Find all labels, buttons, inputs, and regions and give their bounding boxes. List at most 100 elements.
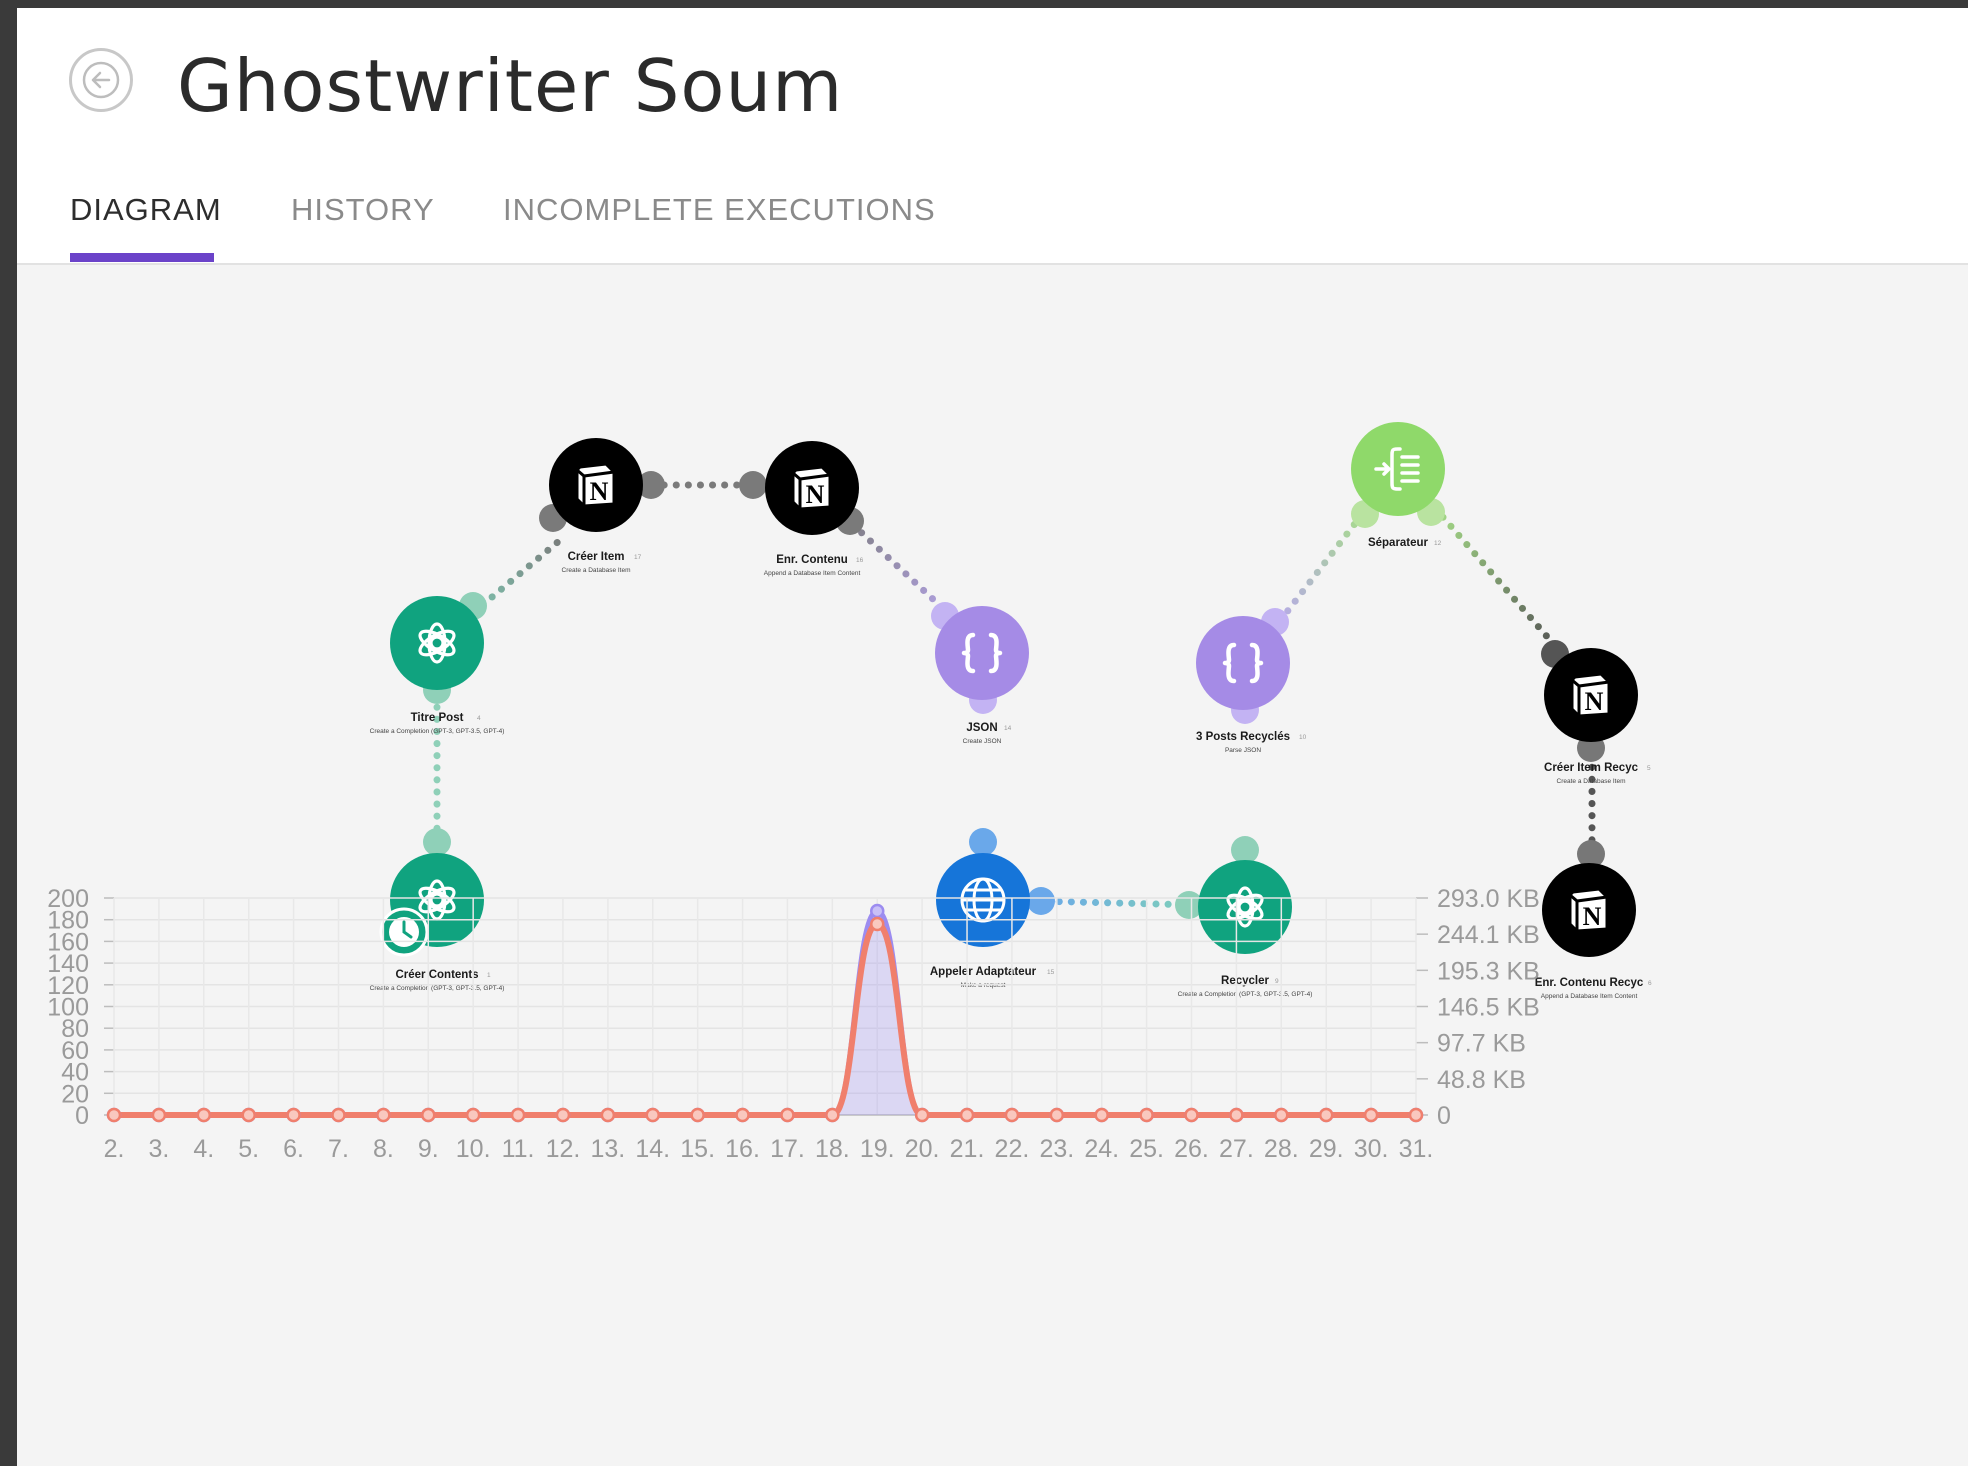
y-right-tick: 146.5 KB xyxy=(1437,994,1540,1022)
node-number: 1 xyxy=(487,972,491,979)
node-label: Séparateur xyxy=(1368,537,1429,549)
data-point xyxy=(241,1107,256,1123)
x-tick: 2. xyxy=(104,1135,125,1163)
data-point xyxy=(735,1107,750,1123)
data-point xyxy=(1049,1107,1065,1123)
data-point xyxy=(376,1107,391,1123)
x-tick: 8. xyxy=(373,1135,394,1163)
node-subtitle: Parse JSON xyxy=(1225,747,1261,754)
x-tick: 18. xyxy=(815,1135,850,1163)
node-enr-contenu[interactable]: Enr. Contenu 16 Append a Database Item C… xyxy=(764,441,864,577)
node-label: Titre Post xyxy=(411,712,464,724)
x-tick: 22. xyxy=(995,1135,1030,1163)
node-recycler[interactable]: Recycler 9 Create a Completion (GPT-3, G… xyxy=(1178,860,1313,998)
node-creer-item[interactable]: Créer Item 17 Create a Database Item xyxy=(549,438,643,574)
data-point xyxy=(1139,1107,1154,1123)
data-point xyxy=(645,1107,661,1123)
data-point xyxy=(869,903,885,919)
node-subtitle: Create a Completion (GPT-3, GPT-3.5, GPT… xyxy=(370,985,505,992)
x-tick: 17. xyxy=(770,1135,805,1163)
node-subtitle: Create a Completion (GPT-3, GPT-3.5, GPT… xyxy=(1178,991,1313,998)
data-point xyxy=(555,1107,571,1123)
notion-icon xyxy=(575,462,616,508)
x-tick: 30. xyxy=(1354,1135,1389,1163)
node-number: 9 xyxy=(1275,978,1279,985)
node-number: 12 xyxy=(1434,540,1442,547)
y-right-tick: 244.1 KB xyxy=(1437,921,1540,949)
node-number: 4 xyxy=(477,715,481,722)
x-tick: 27. xyxy=(1219,1135,1254,1163)
y-left-tick: 200 xyxy=(47,885,89,913)
node-label: Créer Item xyxy=(568,551,625,563)
chart-axis-labels: 020406080100120140160180200048.8 KB97.7 … xyxy=(47,885,1540,1163)
node-enr-contenu-recyc[interactable]: Enr. Contenu Recyc 6 Append a Database I… xyxy=(1535,863,1652,1000)
data-point xyxy=(825,1107,840,1123)
x-tick: 3. xyxy=(148,1135,169,1163)
data-point xyxy=(1318,1107,1334,1123)
node-subtitle: Append a Database Item Content xyxy=(1541,993,1638,1000)
node-subtitle: Create a Completion (GPT-3, GPT-3.5, GPT… xyxy=(370,728,505,735)
operations-chart: 020406080100120140160180200048.8 KB97.7 … xyxy=(47,885,1540,1163)
data-point xyxy=(1184,1107,1199,1123)
data-point xyxy=(286,1107,301,1123)
data-point xyxy=(1094,1107,1109,1123)
data-point xyxy=(106,1107,122,1123)
data-point xyxy=(1363,1107,1379,1123)
scenario-window: Ghostwriter Soum DIAGRAM HISTORY INCOMPL… xyxy=(17,8,1968,1466)
node-number: 16 xyxy=(856,557,864,564)
data-point xyxy=(1408,1107,1424,1123)
x-tick: 10. xyxy=(456,1135,491,1163)
x-tick: 11. xyxy=(502,1135,535,1163)
data-point xyxy=(600,1107,616,1123)
node-3-posts-recycles[interactable]: 3 Posts Recyclés 10 Parse JSON xyxy=(1196,616,1307,754)
data-point xyxy=(421,1107,436,1123)
node-creer-item-recyc[interactable]: Créer Item Recyc 5 Create a Database Ite… xyxy=(1544,648,1651,785)
clock-icon[interactable] xyxy=(379,907,429,957)
node-number: 17 xyxy=(634,554,642,561)
data-point xyxy=(1229,1107,1244,1123)
data-point xyxy=(869,916,885,932)
node-titre-post[interactable]: Titre Post 4 Create a Completion (GPT-3,… xyxy=(370,596,505,735)
notion-icon xyxy=(791,465,832,511)
data-point xyxy=(465,1107,481,1123)
node-subtitle: Append a Database Item Content xyxy=(764,570,861,577)
x-tick: 6. xyxy=(283,1135,304,1163)
node-json[interactable]: JSON 14 Create JSON xyxy=(935,606,1029,745)
node-label: Enr. Contenu Recyc xyxy=(1535,977,1644,989)
node-label: 3 Posts Recyclés xyxy=(1196,731,1290,743)
node-subtitle: Create a Database Item xyxy=(561,567,630,574)
node-separateur[interactable]: Séparateur 12 xyxy=(1351,422,1445,549)
x-tick: 12. xyxy=(546,1135,581,1163)
data-point xyxy=(1004,1107,1020,1123)
x-tick: 23. xyxy=(1039,1135,1074,1163)
node-label: Appeler Adaptateur xyxy=(930,966,1037,978)
node-creer-contents[interactable]: Créer Contents 1 Create a Completion (GP… xyxy=(370,853,505,992)
node-subtitle: Create JSON xyxy=(963,738,1002,745)
x-tick: 24. xyxy=(1084,1135,1119,1163)
data-point xyxy=(151,1107,167,1123)
x-tick: 21. xyxy=(950,1135,985,1163)
y-right-tick: 97.7 KB xyxy=(1437,1030,1526,1058)
x-tick: 31. xyxy=(1399,1135,1434,1163)
node-label: JSON xyxy=(966,722,997,734)
x-tick: 16. xyxy=(725,1135,760,1163)
y-right-tick: 195.3 KB xyxy=(1437,957,1540,985)
x-tick: 9. xyxy=(418,1135,439,1163)
x-tick: 26. xyxy=(1174,1135,1209,1163)
x-tick: 19. xyxy=(860,1135,895,1163)
x-tick: 14. xyxy=(635,1135,670,1163)
data-point xyxy=(196,1107,212,1123)
node-number: 6 xyxy=(1648,980,1652,987)
notion-icon xyxy=(1570,672,1611,718)
node-appeler-adaptateur[interactable]: Appeler Adaptateur 15 Make a request xyxy=(930,853,1055,989)
scenario-diagram: N Titre Post 4 Create a Completion (GPT-… xyxy=(47,422,1652,1163)
node-number: 5 xyxy=(1647,765,1651,772)
node-label: Enr. Contenu xyxy=(776,554,848,566)
y-right-tick: 293.0 KB xyxy=(1437,885,1540,913)
x-tick: 28. xyxy=(1264,1135,1299,1163)
x-tick: 7. xyxy=(328,1135,349,1163)
data-point xyxy=(1274,1107,1289,1123)
node-number: 15 xyxy=(1047,969,1055,976)
x-tick: 13. xyxy=(590,1135,625,1163)
x-tick: 4. xyxy=(193,1135,214,1163)
